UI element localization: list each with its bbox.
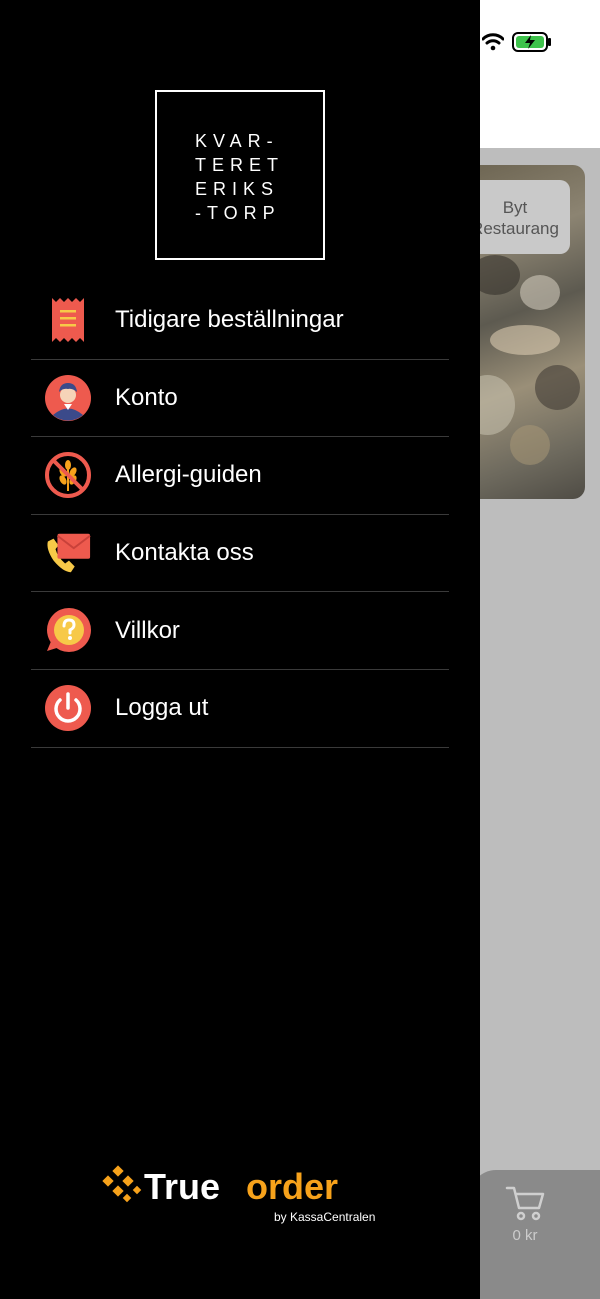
brand-byline: by KassaCentralen — [274, 1210, 376, 1224]
menu-item-logout[interactable]: Logga ut — [31, 670, 449, 748]
menu-label-terms: Villkor — [115, 616, 180, 644]
menu-item-allergy-guide[interactable]: Allergi-guiden — [31, 437, 449, 515]
cart-total: 0 kr — [512, 1227, 538, 1244]
menu-label-account: Konto — [115, 383, 178, 411]
receipt-icon — [44, 296, 92, 344]
battery-charging-icon — [512, 32, 551, 52]
logo-line-1: KVAR- — [195, 131, 279, 151]
logo-line-2: TERET — [195, 155, 285, 175]
side-drawer: KVAR- TERET ERIKS -TORP Tidigare beställ… — [0, 0, 480, 1299]
logo-line-3: ERIKS — [195, 179, 280, 199]
menu-item-previous-orders[interactable]: Tidigare beställningar — [31, 282, 449, 360]
menu-item-account[interactable]: Konto — [31, 360, 449, 438]
wordmark-order: order — [246, 1166, 338, 1207]
menu-label-allergy-guide: Allergi-guiden — [115, 461, 262, 489]
menu-item-contact[interactable]: Kontakta oss — [31, 515, 449, 593]
account-avatar-icon — [44, 374, 92, 422]
wifi-icon — [482, 33, 504, 51]
menu-label-logout: Logga ut — [115, 694, 209, 722]
wordmark-true: True — [144, 1166, 220, 1207]
phone-envelope-icon — [44, 529, 92, 577]
menu-item-terms[interactable]: Villkor — [31, 592, 449, 670]
no-gluten-icon — [44, 451, 92, 499]
drawer-menu: Tidigare beställningar Konto Allergi-gui… — [31, 282, 449, 748]
menu-label-contact: Kontakta oss — [115, 539, 254, 567]
cart-icon — [505, 1186, 545, 1221]
menu-label-previous-orders: Tidigare beställningar — [115, 306, 344, 334]
trueorder-wordmark: True order — [102, 1165, 338, 1207]
logo-line-4: -TORP — [195, 203, 281, 223]
power-icon — [44, 684, 92, 732]
question-bubble-icon — [44, 607, 92, 655]
status-bar-right — [482, 32, 552, 52]
restaurant-logo: KVAR- TERET ERIKS -TORP — [155, 90, 325, 260]
